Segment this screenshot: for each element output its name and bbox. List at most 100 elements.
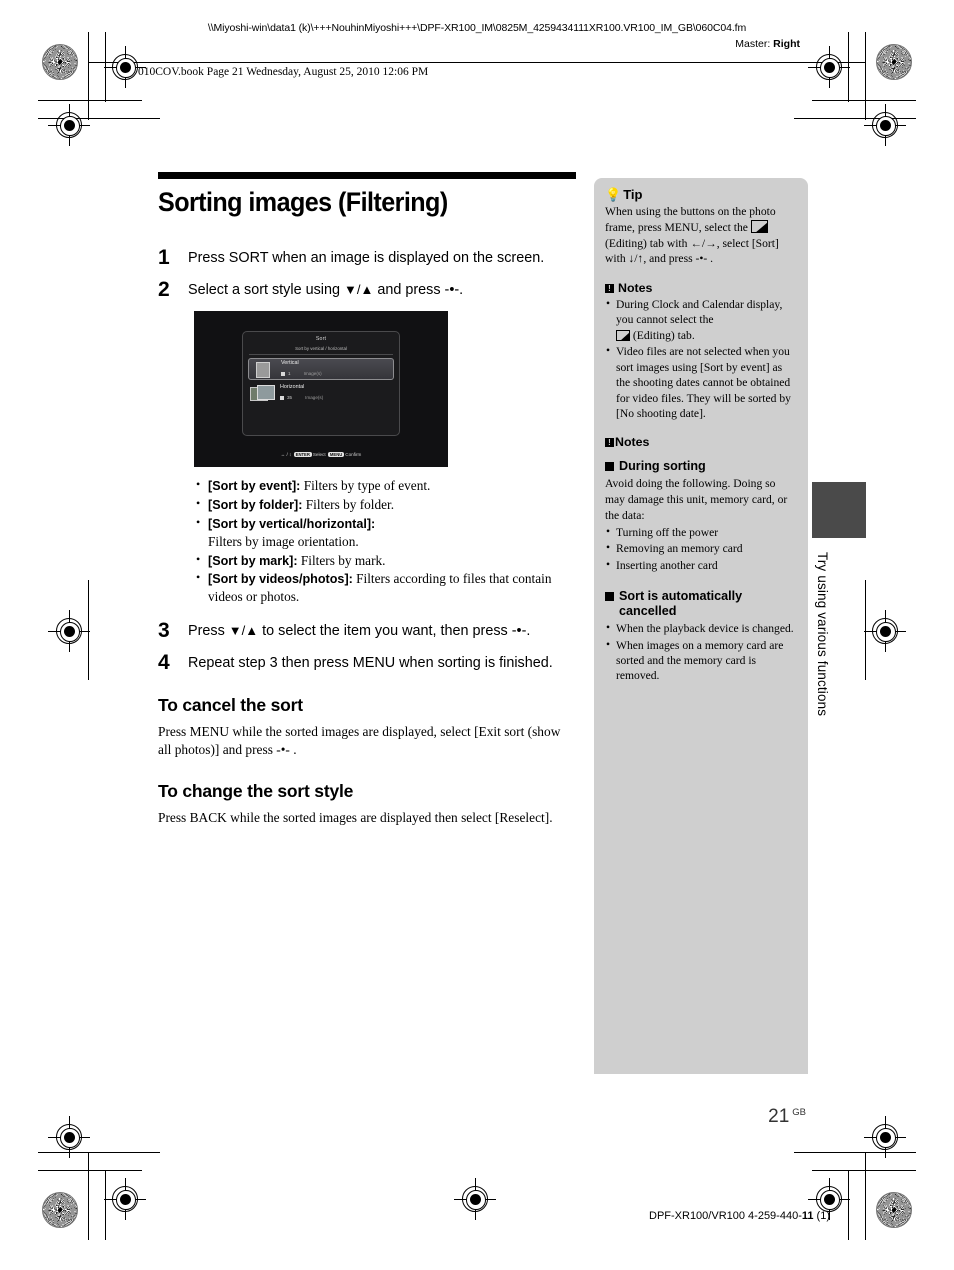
master-value: Right <box>773 38 800 50</box>
sort-option-folder-desc: Filters by folder. <box>302 497 395 513</box>
registration-starburst-top-left <box>42 44 78 80</box>
master-text: Master: <box>735 38 771 50</box>
crop-line-top-left-h2 <box>38 100 142 101</box>
step-2-prefix: Select a sort style using <box>188 282 344 299</box>
sort-option-vh-term: [Sort by vertical/horizontal]: <box>208 516 376 531</box>
lcd-row-vertical[interactable]: Vertical 1 Image(s) <box>248 358 394 381</box>
step-2-number: 2 <box>158 278 170 302</box>
crop-line-top-left-v <box>88 32 89 120</box>
lcd-row-horizontal-count: 35 Image(s) <box>280 395 323 400</box>
lcd-row-horizontal[interactable]: Horizontal 35 Image(s) <box>248 383 394 405</box>
notes2-heading-label: Notes <box>615 435 650 450</box>
step-3-text: Press ▼/▲ to select the item you want, t… <box>188 623 531 640</box>
title-rule <box>158 172 576 179</box>
sort-option-vh-desc: Filters by image orientation. <box>208 533 359 549</box>
page-number-value: 21 <box>768 1106 790 1127</box>
notes2-sub1-list: Turning off the power Removing an memory… <box>605 524 797 573</box>
notes1-list: During Clock and Calendar display, you c… <box>605 296 797 421</box>
tip-heading-label: Tip <box>623 187 643 202</box>
lightbulb-icon: 💡 <box>605 187 622 202</box>
editing-tab-icon-2 <box>616 329 630 341</box>
notes2-sub1-body: Avoid doing the following. Doing so may … <box>605 477 788 522</box>
notes2-heading: ! Notes <box>605 435 797 449</box>
step-2-text: Select a sort style using ▼/▲ and press … <box>188 282 464 299</box>
registration-starburst-bottom-right <box>876 1192 912 1228</box>
lcd-sort-panel: Sort Sort by vertical / horizontal Verti… <box>242 331 400 437</box>
registration-mark-right-middle <box>864 610 906 652</box>
step-4-text: Repeat step 3 then press MENU when sorti… <box>188 655 553 672</box>
section-body-cancel-sort: Press MENU while the sorted images are d… <box>158 724 561 757</box>
editing-tab-icon <box>750 219 768 233</box>
section-body-change-sort-style: Press BACK while the sorted images are d… <box>158 809 553 825</box>
crop-line-top-right-v <box>865 32 866 120</box>
page-title: Sorting images (Filtering) <box>158 187 448 217</box>
registration-mark-bottom-left <box>104 1178 146 1220</box>
lcd-key-menu[interactable]: MENU <box>327 452 345 458</box>
registration-mark-right-lower <box>864 1116 906 1158</box>
count-square-icon-2 <box>280 395 284 400</box>
notes2-sub1-item-3: Inserting another card <box>605 557 797 573</box>
step-3-number: 3 <box>158 619 170 643</box>
crop-line-bottom-right-h <box>794 1152 916 1153</box>
notes1-item-1-suffix: (Editing) tab. <box>630 328 695 342</box>
lcd-row-vertical-count: 1 Image(s) <box>281 371 322 376</box>
crop-line-bottom-right-v2 <box>848 1170 849 1240</box>
down-up-arrow-icon: ▼/▲ <box>343 282 374 298</box>
crop-line-bottom-left-v <box>88 1152 89 1240</box>
notes2-sub1-item-1: Turning off the power <box>605 524 797 540</box>
sort-option-vertical-horizontal: [Sort by vertical/horizontal]: Filters by… <box>194 514 576 551</box>
document-code-prefix: DPF-XR100/VR100 4-259-440- <box>649 1210 802 1222</box>
tip-text-part2: (Editing) tab with ←/→, select [Sort] wi… <box>605 236 779 266</box>
lcd-key-enter-label: Select <box>312 451 326 457</box>
step-3-prefix: Press <box>188 623 229 640</box>
exclamation-icon: ! <box>605 283 614 293</box>
sort-option-vp-term: [Sort by videos/photos]: <box>208 572 353 587</box>
notes1-heading: ! Notes <box>605 281 797 295</box>
lcd-vertical-count-unit: Image(s) <box>303 371 322 377</box>
lcd-horizontal-count-value: 35 <box>287 395 293 401</box>
step-4-number: 4 <box>158 651 170 675</box>
lcd-panel-divider <box>249 354 393 356</box>
lcd-horizontal-count-unit: Image(s) <box>305 395 324 401</box>
sort-option-folder-term: [Sort by folder]: <box>208 498 303 513</box>
section-heading-change-sort-style: To change the sort style <box>158 780 354 801</box>
sort-option-folder: [Sort by folder]: Filters by folder. <box>194 495 576 514</box>
notes2-sub2-heading-label: Sort is automatically cancelled <box>619 588 743 619</box>
sort-option-videos-photos: [Sort by videos/photos]: Filters accordi… <box>194 569 576 606</box>
notes1-item-1: During Clock and Calendar display, you c… <box>605 296 797 343</box>
step-3: 3 Press ▼/▲ to select the item you want,… <box>158 620 576 641</box>
step-1: 1 Press SORT when an image is displayed … <box>158 247 576 268</box>
lcd-screenshot: Sort Sort by vertical / horizontal Verti… <box>194 311 448 468</box>
master-label: Master: Right <box>735 38 800 50</box>
notes2-sub1-heading-label: During sorting <box>619 459 706 474</box>
sidebar-notes-panel: 💡 Tip When using the buttons on the photo… <box>594 178 808 1074</box>
document-code-bold: 11 <box>801 1210 814 1222</box>
lcd-vertical-count-value: 1 <box>288 371 291 377</box>
book-info-line: 010COV.book Page 21 Wednesday, August 25… <box>138 66 429 78</box>
registration-mark-left-upper <box>48 104 90 146</box>
sort-option-mark: [Sort by mark]: Filters by mark. <box>194 551 576 570</box>
registration-starburst-bottom-left <box>42 1192 78 1228</box>
chapter-tab-block <box>812 482 866 538</box>
sort-options-list: [Sort by event]: Filters by type of even… <box>194 476 576 606</box>
crop-line-bottom-right-h2 <box>812 1170 916 1171</box>
lcd-key-menu-label: Confirm <box>345 451 362 457</box>
step-1-text: Press SORT when an image is displayed on… <box>188 250 545 267</box>
thumbnail-vertical-icon <box>256 362 270 379</box>
sort-option-event: [Sort by event]: Filters by type of even… <box>194 476 576 495</box>
crop-line-bottom-right-v <box>865 1152 866 1240</box>
lcd-screenshot-wrapper: Sort Sort by vertical / horizontal Verti… <box>194 311 448 468</box>
notes2-sub2-item-1: When the playback device is changed. <box>605 620 797 636</box>
crop-line-right-middle <box>865 580 866 680</box>
step-3-mid: to select the item you want, then press <box>258 623 512 640</box>
document-code: DPF-XR100/VR100 4-259-440-11 (1) <box>649 1210 830 1222</box>
lcd-key-enter[interactable]: ENTER <box>293 452 312 458</box>
notes2-sub1-item-2: Removing an memory card <box>605 540 797 556</box>
lcd-nav-arrows: ↔ / ↕ <box>280 451 292 457</box>
notes2-sub2-heading: Sort is automatically cancelled <box>605 589 797 619</box>
step-2-suffix: and press <box>373 282 445 299</box>
crop-line-left-middle <box>88 580 89 680</box>
lcd-panel-subtitle: Sort by vertical / horizontal <box>295 346 347 352</box>
document-code-suffix: (1) <box>813 1210 830 1222</box>
crop-line-bottom-left-h2 <box>38 1170 142 1171</box>
